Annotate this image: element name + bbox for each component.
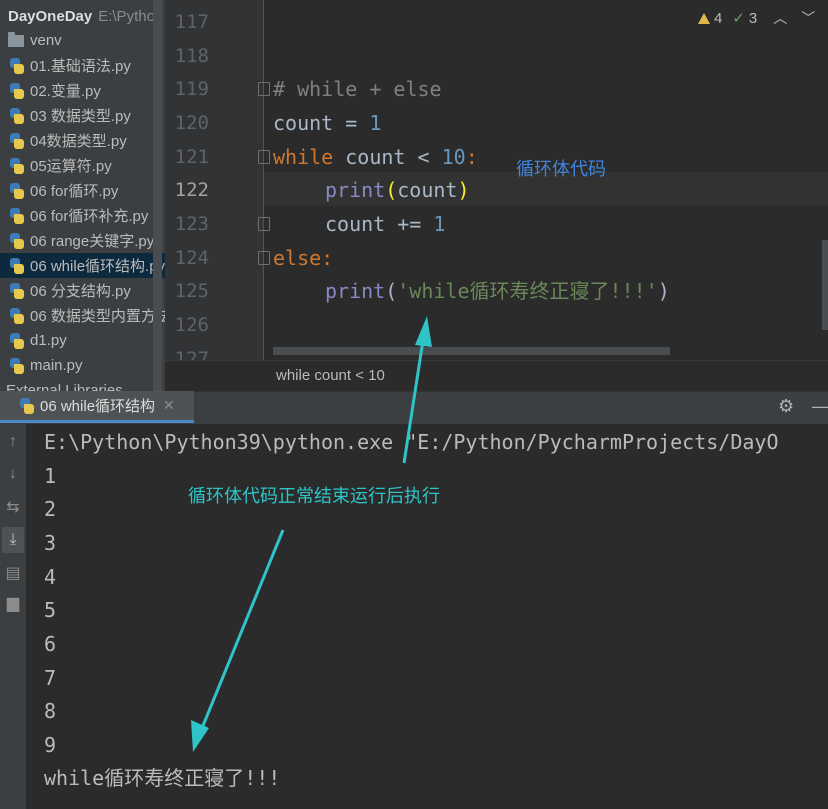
arrow-to-else-print	[402, 316, 432, 464]
arrow-to-else-output	[191, 529, 285, 752]
annotation-arrows	[191, 316, 432, 752]
